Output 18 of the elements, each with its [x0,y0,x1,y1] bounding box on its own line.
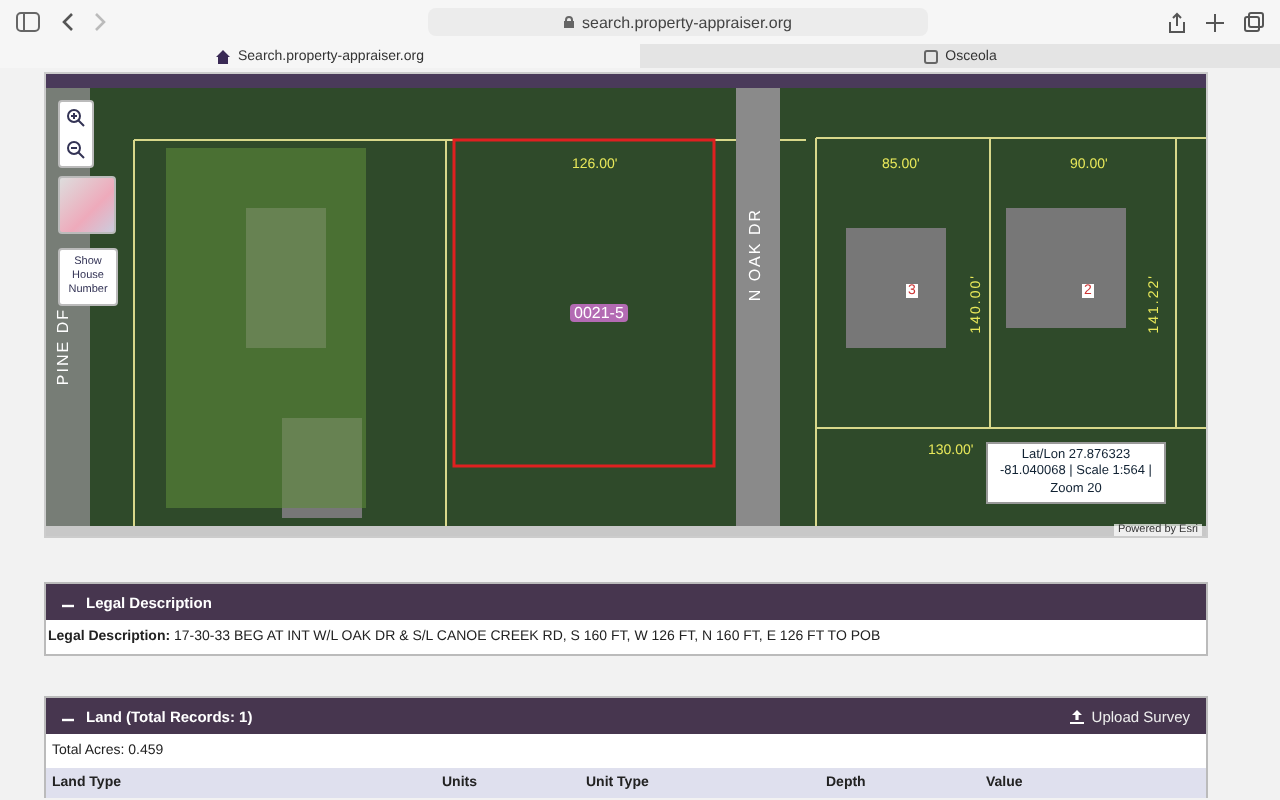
sidebar-icon[interactable] [16,12,40,32]
page-icon [923,49,938,63]
street-label: PINE DF [54,308,72,386]
zoom-control[interactable] [58,100,94,168]
basemap-thumbnail[interactable] [58,176,116,234]
upload-icon [1069,709,1084,723]
tabs-overview-icon[interactable] [1244,12,1264,32]
address-bar[interactable]: search.property-appraiser.org [428,8,928,36]
lock-icon [564,16,575,28]
parcel-label: 0021-5 [570,304,628,322]
url-text: search.property-appraiser.org [582,13,792,31]
share-icon[interactable] [1168,11,1186,33]
new-tab-icon[interactable] [1206,13,1224,31]
home-icon [216,49,230,63]
street-label: N OAK DR [746,208,764,302]
back-icon[interactable] [60,12,74,32]
zoom-in-icon [66,108,86,128]
zoom-out-icon [66,140,86,160]
